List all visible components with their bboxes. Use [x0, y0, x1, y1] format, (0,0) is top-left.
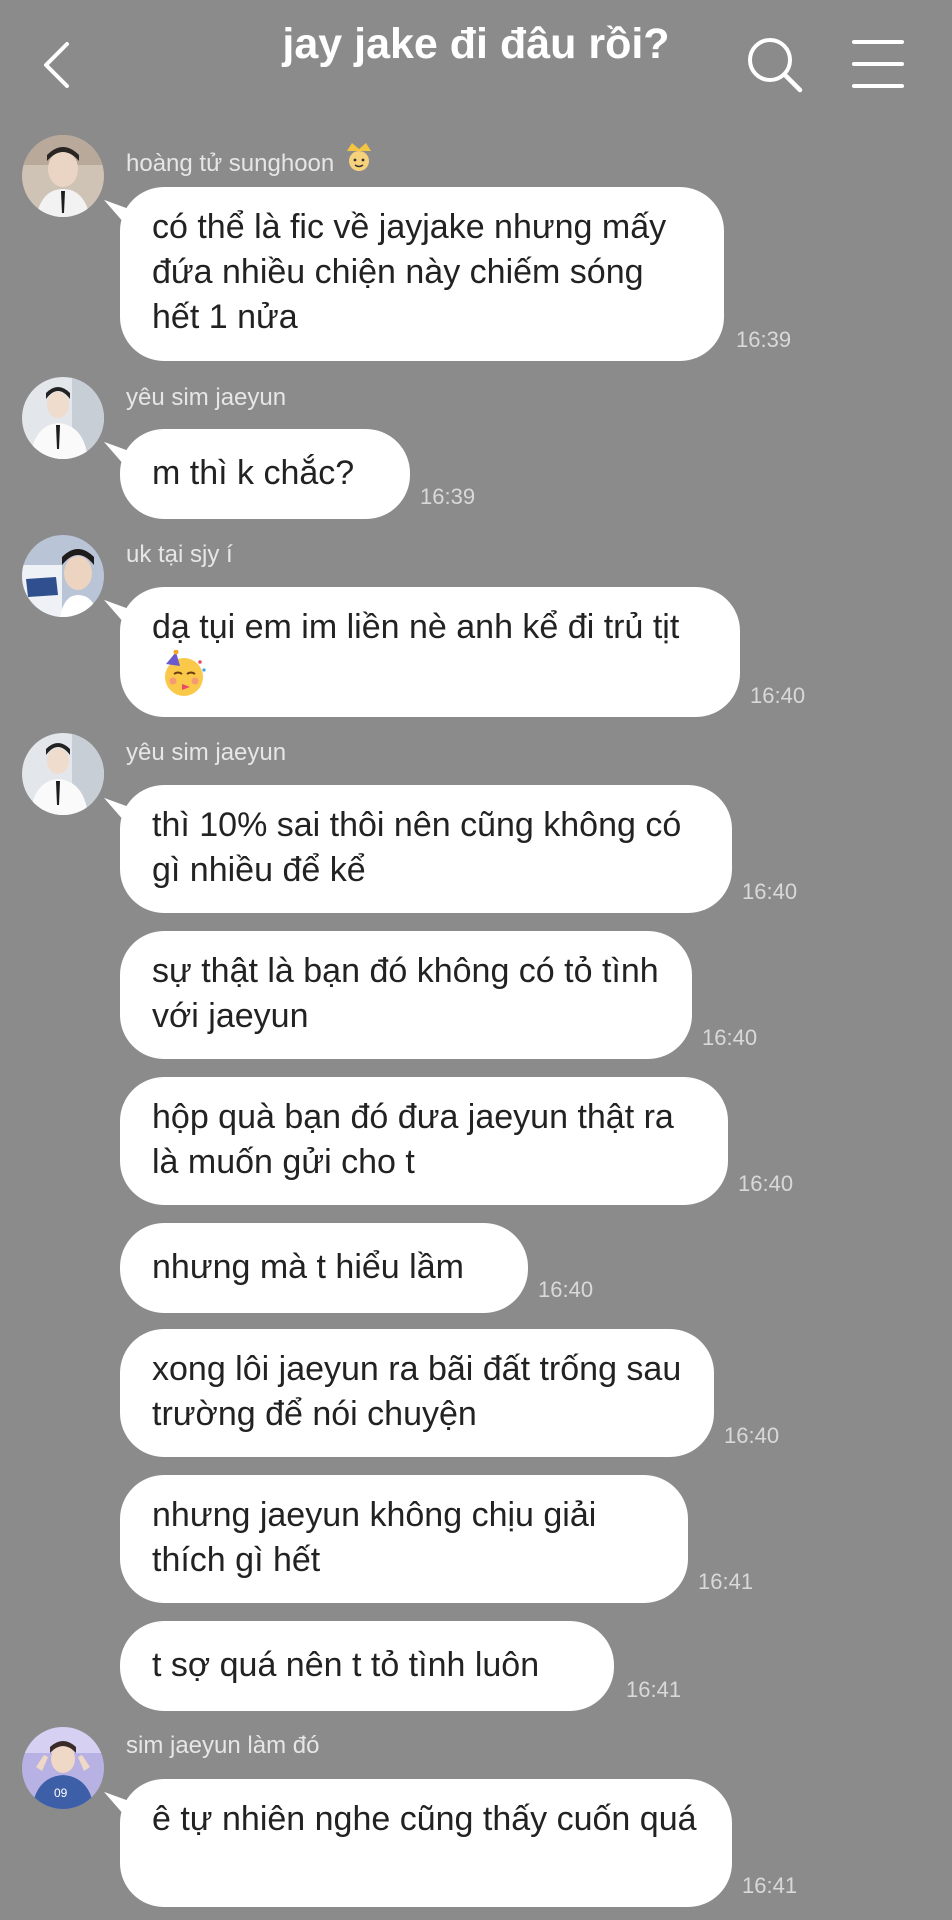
message-bubble[interactable]: nhưng mà t hiểu lầm [120, 1223, 528, 1313]
menu-button[interactable] [850, 36, 906, 92]
message-text: thì 10% sai thôi nên cũng không có gì nh… [152, 806, 682, 889]
message-text: có thể là fic về jayjake nhưng mấy đứa n… [152, 208, 667, 336]
message-text: nhưng jaeyun không chịu giải thích gì hế… [152, 1496, 597, 1579]
message-time: 16:39 [736, 327, 792, 352]
message-bubble[interactable]: nhưng jaeyun không chịu giải thích gì hế… [120, 1475, 688, 1603]
avatar[interactable] [22, 733, 104, 815]
message-time: 16:40 [702, 1025, 758, 1050]
message-bubble[interactable]: xong lôi jaeyun ra bãi đất trống sau trư… [120, 1329, 714, 1457]
message-time: 16:40 [742, 879, 798, 904]
message-bubble[interactable]: m thì k chắc? [120, 429, 410, 519]
avatar[interactable] [22, 377, 104, 459]
message-text: m thì k chắc? [152, 454, 355, 492]
message-sender: uk tại sjy í [126, 541, 233, 568]
chevron-left-icon [44, 42, 69, 88]
search-button[interactable] [745, 35, 805, 95]
message-bubble[interactable]: thì 10% sai thôi nên cũng không có gì nh… [120, 785, 732, 913]
message-sender: hoàng tử sunghoon [126, 139, 374, 183]
message-bubble[interactable]: có thể là fic về jayjake nhưng mấy đứa n… [120, 187, 724, 361]
prince-emoji [344, 139, 374, 183]
partying-face-emoji [160, 649, 208, 710]
message-text: ê tự nhiên nghe cũng thấy cuốn quá [152, 1800, 697, 1838]
message-time: 16:40 [738, 1171, 794, 1196]
message-time: 16:40 [750, 683, 806, 708]
search-icon [748, 38, 803, 93]
message-bubble[interactable]: ê tự nhiên nghe cũng thấy cuốn quá [120, 1779, 732, 1907]
message-sender: sim jaeyun làm đó [126, 1732, 320, 1759]
message-time: 16:40 [724, 1423, 780, 1448]
message-time: 16:39 [420, 484, 476, 509]
message-bubble[interactable]: t sợ quá nên t tỏ tình luôn [120, 1621, 614, 1711]
chat-header: jay jake đi đâu rồi? [0, 0, 952, 112]
svg-text:09: 09 [54, 1786, 68, 1800]
message-text: dạ tụi em im liền nè anh kể đi trủ tịt [152, 605, 708, 710]
avatar[interactable]: 09 [22, 1727, 104, 1809]
message-time: 16:41 [626, 1677, 682, 1702]
message-time: 16:41 [742, 1873, 798, 1898]
message-text: sự thật là bạn đó không có tỏ tình với j… [152, 952, 659, 1035]
message-bubble[interactable]: dạ tụi em im liền nè anh kể đi trủ tịt [120, 587, 740, 717]
chat-title: jay jake đi đâu rồi? [282, 20, 670, 68]
message-sender: yêu sim jaeyun [126, 739, 287, 766]
message-bubble[interactable]: hộp quà bạn đó đưa jaeyun thật ra là muố… [120, 1077, 728, 1205]
message-text: xong lôi jaeyun ra bãi đất trống sau trư… [152, 1350, 682, 1433]
message-bubble[interactable]: sự thật là bạn đó không có tỏ tình với j… [120, 931, 692, 1059]
message-text: t sợ quá nên t tỏ tình luôn [152, 1646, 540, 1684]
avatar[interactable] [22, 135, 104, 217]
avatar[interactable] [22, 535, 104, 617]
message-time: 16:40 [538, 1277, 594, 1302]
message-text: nhưng mà t hiểu lầm [152, 1248, 464, 1286]
message-text: hộp quà bạn đó đưa jaeyun thật ra là muố… [152, 1098, 674, 1181]
message-sender: yêu sim jaeyun [126, 384, 287, 411]
back-button[interactable] [30, 30, 82, 100]
message-time: 16:41 [698, 1569, 754, 1594]
menu-icon [852, 40, 904, 88]
